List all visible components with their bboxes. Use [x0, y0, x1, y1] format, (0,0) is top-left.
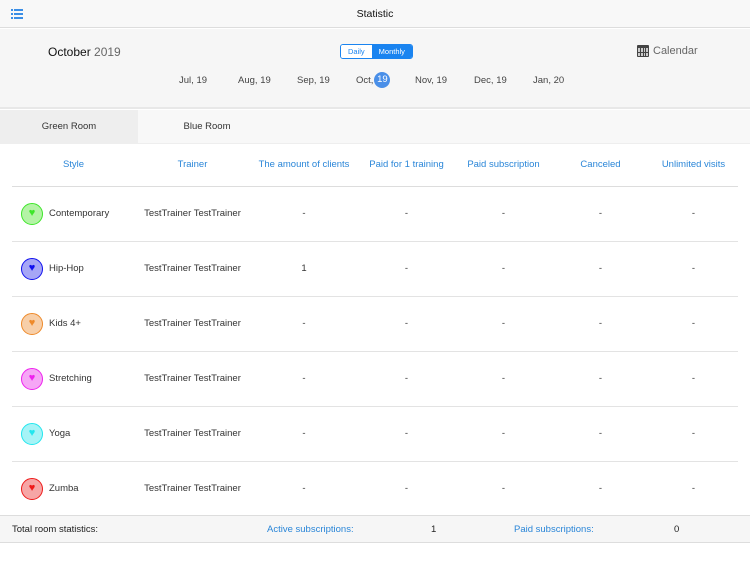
heart-icon: ♥ — [21, 312, 43, 335]
table-row[interactable]: ♥ Hip-Hop TestTrainer TestTrainer 1- - - - — [12, 241, 738, 297]
style-name: Hip-Hop — [49, 263, 84, 274]
style-name: Contemporary — [49, 208, 110, 219]
value-cell: - — [358, 461, 455, 517]
value-cell: - — [358, 296, 455, 352]
column-header: Unlimited visits — [649, 144, 738, 187]
value-cell: - — [552, 186, 649, 242]
menu-list-icon[interactable] — [11, 9, 23, 19]
value-cell: - — [455, 406, 552, 462]
month-year: 2019 — [94, 45, 121, 59]
view-segmented-control: Daily Monthly — [340, 44, 413, 59]
totals-footer: Total room statistics: Active subscripti… — [0, 515, 750, 543]
value-cell: - — [649, 461, 738, 517]
trainer-cell: TestTrainer TestTrainer — [135, 351, 250, 407]
value-cell: - — [649, 241, 738, 297]
style-name: Yoga — [49, 428, 71, 439]
tab-green-room[interactable]: Green Room — [0, 110, 138, 143]
style-name: Kids 4+ — [49, 318, 81, 329]
value-cell: - — [649, 186, 738, 242]
style-cell: ♥ Zumba — [12, 461, 135, 517]
style-cell: ♥ Kids 4+ — [12, 296, 135, 352]
value-cell: - — [455, 186, 552, 242]
value-cell: - — [552, 461, 649, 517]
table-row[interactable]: ♥ Kids 4+ TestTrainer TestTrainer - - - - - — [12, 296, 738, 352]
monthly-button[interactable]: Monthly — [371, 45, 412, 58]
trainer-cell: TestTrainer TestTrainer — [135, 241, 250, 297]
table-row[interactable]: ♥ Zumba TestTrainer TestTrainer - - - - - — [12, 461, 738, 517]
calendar-button[interactable]: Calendar — [637, 45, 698, 57]
heart-icon: ♥ — [21, 477, 43, 500]
value-cell: - — [455, 461, 552, 517]
value-cell: - — [552, 241, 649, 297]
value-cell: - — [358, 186, 455, 242]
style-name: Stretching — [49, 373, 92, 384]
month-name: October — [48, 45, 91, 59]
nav-bar: Statistic — [0, 0, 750, 28]
trainer-cell: TestTrainer TestTrainer — [135, 186, 250, 242]
value-cell: - — [455, 296, 552, 352]
month-item[interactable]: Jan, 20 — [533, 73, 592, 87]
calendar-icon — [637, 45, 649, 57]
calendar-label: Calendar — [653, 45, 698, 57]
column-header: Canceled — [552, 144, 649, 187]
heart-icon: ♥ — [21, 257, 43, 280]
table-row[interactable]: ♥ Yoga TestTrainer TestTrainer - - - - - — [12, 406, 738, 462]
value-cell: - — [250, 406, 358, 462]
value-cell: - — [250, 461, 358, 517]
heart-icon: ♥ — [21, 367, 43, 390]
month-item-selected[interactable]: Oct, 19 — [356, 72, 415, 88]
value-cell: - — [250, 296, 358, 352]
paid-subscriptions-label: Paid subscriptions: — [514, 524, 594, 535]
value-cell: 1 — [250, 241, 358, 297]
style-cell: ♥ Hip-Hop — [12, 241, 135, 297]
column-header: Trainer — [135, 144, 250, 187]
value-cell: - — [455, 241, 552, 297]
style-name: Zumba — [49, 483, 79, 494]
value-cell: - — [358, 351, 455, 407]
table-row[interactable]: ♥ Stretching TestTrainer TestTrainer - - - - - — [12, 351, 738, 407]
month-item[interactable]: Aug, 19 — [238, 73, 297, 87]
value-cell: - — [649, 296, 738, 352]
total-label: Total room statistics: — [12, 524, 99, 535]
style-cell: ♥ Stretching — [12, 351, 135, 407]
room-tabs: Green Room Blue Room — [0, 110, 750, 144]
style-cell: ♥ Yoga — [12, 406, 135, 462]
month-picker: Jul, 19 Aug, 19 Sep, 19 Oct, 19 Nov, 19 D… — [179, 72, 592, 88]
value-cell: - — [455, 351, 552, 407]
tab-blue-room[interactable]: Blue Room — [138, 110, 276, 143]
column-header: The amount of clients — [250, 144, 358, 187]
statistics-table: Style Trainer The amount of clients Paid fo… — [12, 144, 738, 517]
value-cell: - — [649, 351, 738, 407]
heart-icon: ♥ — [21, 202, 43, 225]
column-header: Style — [12, 144, 135, 187]
trainer-cell: TestTrainer TestTrainer — [135, 296, 250, 352]
value-cell: - — [250, 351, 358, 407]
trainer-cell: TestTrainer TestTrainer — [135, 406, 250, 462]
value-cell: - — [358, 406, 455, 462]
value-cell: - — [552, 406, 649, 462]
month-item[interactable]: Dec, 19 — [474, 73, 533, 87]
column-header: Paid for 1 training — [358, 144, 455, 187]
month-item[interactable]: Nov, 19 — [415, 73, 474, 87]
month-item[interactable]: Sep, 19 — [297, 73, 356, 87]
month-item[interactable]: Jul, 19 — [179, 73, 238, 87]
active-subscriptions-value: 1 — [431, 524, 437, 535]
value-cell: - — [250, 186, 358, 242]
heart-icon: ♥ — [21, 422, 43, 445]
current-month: October 2019 — [48, 45, 121, 59]
trainer-cell: TestTrainer TestTrainer — [135, 461, 250, 517]
paid-subscriptions-value: 0 — [674, 524, 680, 535]
page-title: Statistic — [356, 7, 394, 20]
style-cell: ♥ Contemporary — [12, 186, 135, 242]
value-cell: - — [552, 351, 649, 407]
table-row[interactable]: ♥ Contemporary TestTrainer TestTrainer - - - -… — [12, 186, 738, 242]
daily-button[interactable]: Daily — [341, 45, 372, 58]
value-cell: - — [649, 406, 738, 462]
active-subscriptions-label: Active subscriptions: — [267, 524, 354, 535]
value-cell: - — [552, 296, 649, 352]
period-header: October 2019 Daily Monthly Calendar Jul,… — [0, 29, 750, 109]
column-header: Paid subscription — [455, 144, 552, 187]
value-cell: - — [358, 241, 455, 297]
